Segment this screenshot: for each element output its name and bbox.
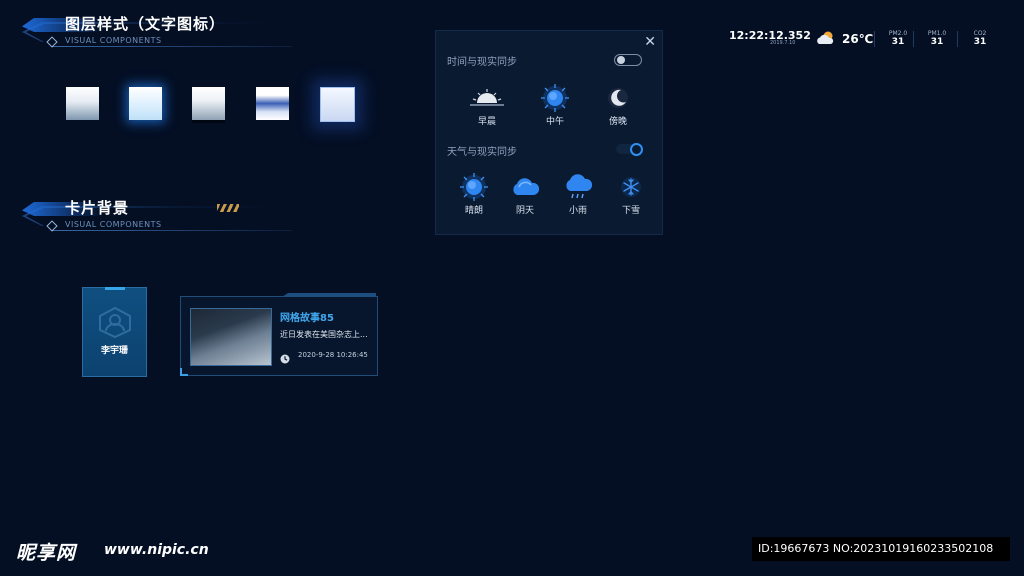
weather-sync-label: 天气与现实同步: [447, 147, 517, 158]
sun-icon: [451, 172, 497, 202]
layer-style-tile-1[interactable]: [66, 87, 99, 120]
person-card[interactable]: 李宇珊: [82, 287, 147, 377]
user-avatar-icon: [97, 306, 133, 342]
cloud-icon: [502, 172, 548, 202]
stripes-decoration: [217, 204, 239, 212]
moon-icon: [595, 83, 641, 113]
sync-settings-panel: ✕ 时间与现实同步 早晨 中午 傍晚 天气与现实同步 晴朗 阴天 小雨 下雪: [435, 30, 663, 235]
card-thumbnail: [190, 308, 272, 366]
info-card[interactable]: 网格故事85 近日发表在美国杂志上... 2020-9-28 10:26:45: [180, 293, 378, 376]
section-header-card-backgrounds: 卡片背景 VISUAL COMPONENTS: [22, 196, 292, 236]
weather-option-snow[interactable]: 下雪: [608, 172, 654, 216]
card-datetime: 2020-9-28 10:26:45: [298, 351, 368, 359]
metric-pm10: PM1.0 31: [927, 30, 947, 47]
layer-style-tile-3[interactable]: [192, 87, 225, 120]
temperature: 26℃: [842, 32, 874, 46]
watermark-id: ID:19667673 NO:20231019160233502108: [752, 537, 1010, 561]
time-option-noon[interactable]: 中午: [532, 83, 578, 127]
metric-pm20: PM2.0 31: [888, 30, 908, 47]
person-name: 李宇珊: [100, 346, 128, 356]
layer-style-tile-2[interactable]: [129, 87, 162, 120]
sunrise-icon: [464, 83, 510, 113]
clock-icon: [280, 349, 290, 368]
rain-cloud-icon: [555, 172, 601, 202]
time-option-morning[interactable]: 早晨: [464, 83, 510, 127]
weather-option-light-rain[interactable]: 小雨: [555, 172, 601, 216]
layer-style-tile-5[interactable]: [320, 87, 355, 122]
section-title: 卡片背景: [65, 199, 130, 217]
watermark-url: www.nipic.cn: [104, 542, 209, 558]
section-subtitle: VISUAL COMPONENTS: [65, 36, 162, 45]
card-title: 网格故事85: [280, 313, 334, 324]
metric-co2: CO2 31: [973, 30, 987, 47]
section-subtitle: VISUAL COMPONENTS: [65, 220, 162, 229]
time-sync-toggle[interactable]: [614, 54, 642, 66]
time-option-evening[interactable]: 傍晚: [595, 83, 641, 127]
section-header-layer-styles: 图层样式（文字图标） VISUAL COMPONENTS: [22, 12, 292, 52]
card-description: 近日发表在美国杂志上...: [280, 330, 368, 339]
snowflake-icon: [608, 172, 654, 202]
time-sync-label: 时间与现实同步: [447, 57, 517, 68]
weather-sync-toggle[interactable]: [616, 143, 643, 156]
layer-style-tile-4[interactable]: [256, 87, 289, 120]
clock-date: 2019.7.10: [770, 40, 796, 46]
weather-option-cloudy[interactable]: 阴天: [502, 172, 548, 216]
partly-cloudy-icon: [816, 30, 836, 50]
weather-option-sunny[interactable]: 晴朗: [451, 172, 497, 216]
section-title: 图层样式（文字图标）: [65, 15, 226, 33]
sun-icon: [532, 83, 578, 113]
watermark-logo: 昵享网: [16, 542, 77, 564]
close-icon[interactable]: ✕: [644, 35, 656, 49]
